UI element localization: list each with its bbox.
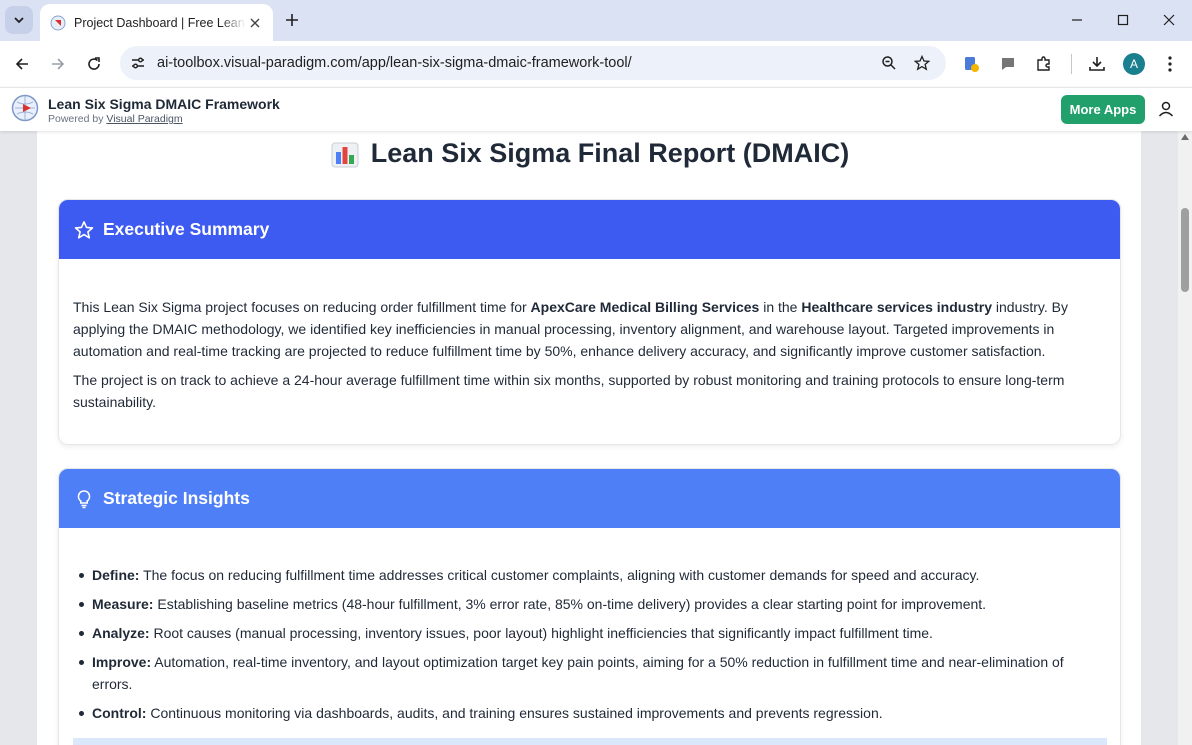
new-tab-plus-icon[interactable] — [282, 10, 302, 30]
summary-paragraph-1: This Lean Six Sigma project focuses on r… — [73, 296, 1106, 362]
list-item: Analyze: Root causes (manual processing,… — [73, 622, 1106, 644]
page-viewport: Lean Six Sigma Final Report (DMAIC) Exec… — [0, 131, 1178, 745]
reload-icon[interactable] — [82, 52, 106, 76]
lightbulb-icon — [73, 488, 95, 510]
extension-file-icon[interactable] — [959, 52, 983, 76]
executive-summary-heading: Executive Summary — [103, 219, 270, 239]
list-item: Measure: Establishing baseline metrics (… — [73, 593, 1106, 615]
insights-list: Define: The focus on reducing fulfillmen… — [73, 564, 1106, 724]
phase-text: Establishing baseline metrics (48-hour f… — [153, 596, 987, 612]
browser-tab-active[interactable]: Project Dashboard | Free Lean Six Sigma — [40, 4, 273, 41]
executive-summary-header: Executive Summary — [59, 200, 1120, 259]
vp-favicon-icon — [50, 15, 66, 31]
bookmark-star-icon[interactable] — [912, 53, 932, 73]
forward-arrow-icon[interactable] — [46, 52, 70, 76]
app-title: Lean Six Sigma DMAIC Framework — [48, 96, 280, 112]
list-item: Improve: Automation, real-time inventory… — [73, 651, 1106, 695]
more-apps-button[interactable]: More Apps — [1061, 95, 1145, 124]
strategic-insights-header: Strategic Insights — [59, 469, 1120, 528]
download-icon[interactable] — [1085, 52, 1109, 76]
summary-text: in the — [759, 299, 802, 315]
report-title: Lean Six Sigma Final Report (DMAIC) — [37, 138, 1143, 169]
toolbar-separator — [1071, 54, 1072, 74]
phase-text: Continuous monitoring via dashboards, au… — [146, 705, 883, 721]
back-arrow-icon[interactable] — [10, 52, 34, 76]
browser-toolbar: ai-toolbox.visual-paradigm.com/app/lean-… — [0, 41, 1192, 87]
report-title-text: Lean Six Sigma Final Report (DMAIC) — [370, 138, 850, 168]
phase-label: Measure: — [92, 596, 154, 612]
minimize-icon[interactable] — [1065, 8, 1089, 32]
profile-avatar[interactable]: A — [1123, 53, 1145, 75]
strategic-insights-body: Define: The focus on reducing fulfillmen… — [59, 528, 1120, 724]
scroll-up-arrow-icon[interactable] — [1181, 134, 1189, 140]
list-item: Control: Continuous monitoring via dashb… — [73, 702, 1106, 724]
strategic-insights-card: Strategic Insights Define: The focus on … — [58, 468, 1121, 745]
close-window-icon[interactable] — [1157, 8, 1181, 32]
app-header: Lean Six Sigma DMAIC Framework Powered b… — [0, 87, 1192, 131]
page-scrollbar[interactable] — [1178, 131, 1192, 745]
company-name: ApexCare Medical Billing Services — [530, 299, 760, 315]
strategic-insights-heading: Strategic Insights — [103, 488, 250, 508]
star-icon — [73, 219, 95, 241]
phase-label: Improve: — [92, 654, 152, 670]
executive-summary-body: This Lean Six Sigma project focuses on r… — [59, 259, 1120, 413]
phase-label: Control: — [92, 705, 147, 721]
browser-menu-icon[interactable] — [1158, 52, 1182, 76]
user-account-icon[interactable] — [1155, 98, 1177, 120]
extensions-puzzle-icon[interactable] — [1032, 52, 1056, 76]
list-item: Define: The focus on reducing fulfillmen… — [73, 564, 1106, 586]
tab-title: Project Dashboard | Free Lean Six Sigma — [74, 15, 246, 30]
summary-paragraph-2: The project is on track to achieve a 24-… — [73, 372, 1065, 410]
visual-paradigm-link[interactable]: Visual Paradigm — [106, 113, 182, 125]
report-container: Lean Six Sigma Final Report (DMAIC) Exec… — [36, 131, 1142, 745]
maximize-icon[interactable] — [1111, 8, 1135, 32]
powered-by-text: Powered by Visual Paradigm — [48, 113, 183, 125]
url-text[interactable]: ai-toolbox.visual-paradigm.com/app/lean-… — [157, 55, 632, 71]
browser-tab-bar: Project Dashboard | Free Lean Six Sigma — [0, 0, 1192, 41]
tab-search-button[interactable] — [5, 6, 33, 34]
insight-callout-box — [73, 738, 1107, 745]
powered-by-prefix: Powered by — [48, 113, 107, 125]
executive-summary-card: Executive Summary This Lean Six Sigma pr… — [58, 199, 1121, 445]
extension-chat-icon[interactable] — [996, 52, 1020, 76]
address-bar[interactable]: ai-toolbox.visual-paradigm.com/app/lean-… — [120, 46, 946, 80]
phase-text: Automation, real-time inventory, and lay… — [92, 654, 1064, 692]
scroll-thumb[interactable] — [1181, 208, 1189, 292]
bar-chart-icon — [331, 140, 359, 168]
site-settings-icon[interactable] — [128, 53, 148, 73]
zoom-icon[interactable] — [879, 53, 899, 73]
tab-close-icon[interactable] — [247, 15, 263, 31]
phase-label: Analyze: — [92, 625, 150, 641]
phase-text: The focus on reducing fulfillment time a… — [139, 567, 980, 583]
industry-name: Healthcare services industry — [801, 299, 992, 315]
summary-text: This Lean Six Sigma project focuses on r… — [73, 299, 531, 315]
phase-text: Root causes (manual processing, inventor… — [149, 625, 933, 641]
chevron-down-icon — [14, 17, 24, 24]
visual-paradigm-logo-icon[interactable] — [11, 94, 39, 122]
phase-label: Define: — [92, 567, 140, 583]
